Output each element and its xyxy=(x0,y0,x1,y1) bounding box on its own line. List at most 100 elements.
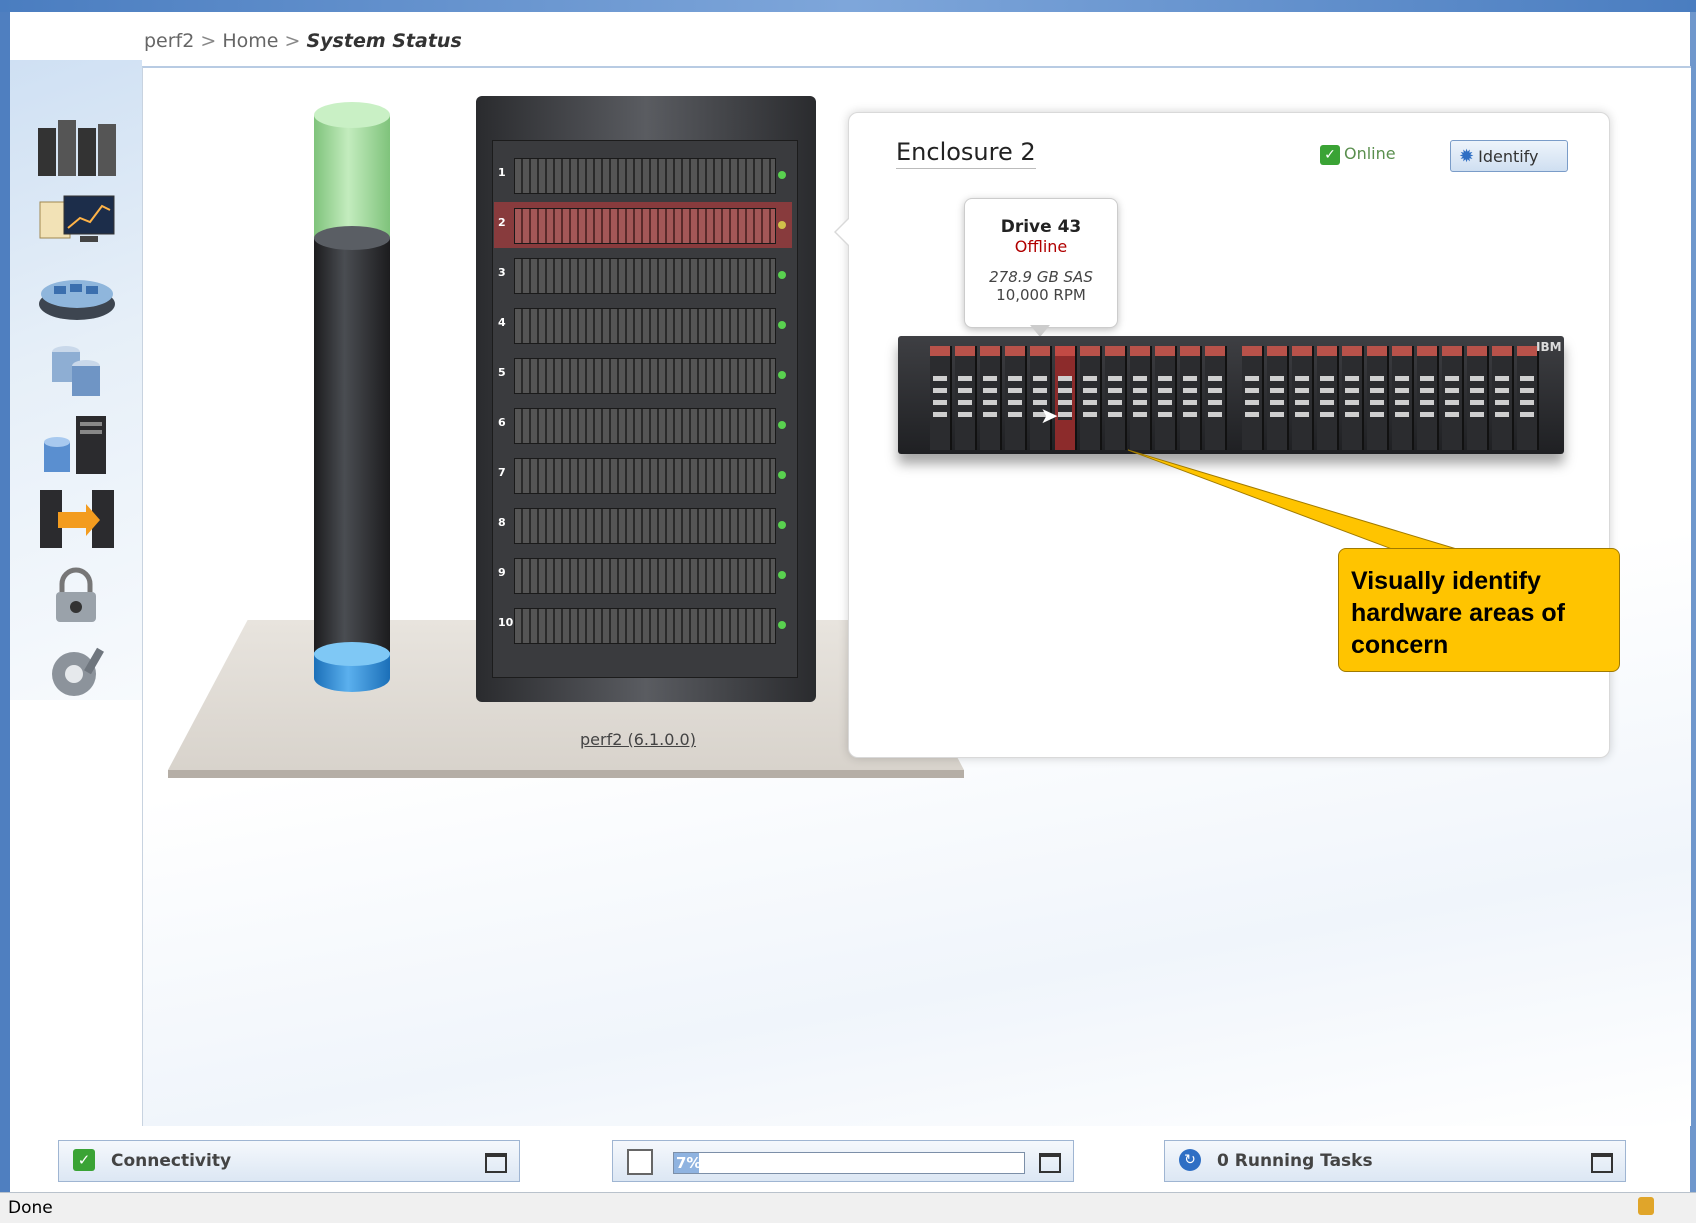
drive-bay-handle xyxy=(1520,376,1534,420)
drive-bay[interactable] xyxy=(1155,346,1177,450)
drive-bay[interactable] xyxy=(1180,346,1202,450)
capacity-progress-text: 7% xyxy=(676,1154,702,1172)
connectivity-panel[interactable]: ✓ Connectivity xyxy=(58,1140,520,1182)
drive-bay[interactable] xyxy=(1055,346,1077,450)
status-led xyxy=(778,271,786,279)
monitoring-icon[interactable] xyxy=(36,116,118,182)
rack-row-number: 7 xyxy=(498,466,506,479)
rack-row-drives xyxy=(514,608,776,644)
drive-state: Offline xyxy=(1014,237,1068,256)
maximize-icon[interactable] xyxy=(1591,1153,1613,1173)
drive-bay[interactable] xyxy=(930,346,952,450)
settings-icon[interactable] xyxy=(36,640,118,706)
drive-bay[interactable] xyxy=(1417,346,1439,450)
drive-bay[interactable] xyxy=(1492,346,1514,450)
enclosure-title: Enclosure 2 xyxy=(896,138,1036,169)
drive-bay[interactable] xyxy=(980,346,1002,450)
breadcrumb: perf2 > Home > System Status xyxy=(144,30,462,52)
capacity-cylinder-allocated[interactable] xyxy=(314,238,390,666)
panel-pointer-inner xyxy=(836,219,849,245)
callout-text: Visually identify hardware areas of conc… xyxy=(1351,567,1565,659)
capacity-cylinder-top xyxy=(314,102,390,128)
drive-bay-handle xyxy=(983,376,997,420)
drive-bay-handle xyxy=(1320,376,1334,420)
drive-bay-handle xyxy=(1395,376,1409,420)
drive-bay-handle xyxy=(933,376,947,420)
tasks-icon: ↻ xyxy=(1179,1149,1201,1171)
pools-icon[interactable] xyxy=(36,264,118,330)
rack-enclosure-row[interactable]: 10 xyxy=(494,602,792,648)
enclosure-status: ✓ Online xyxy=(1320,144,1396,165)
rack-enclosure-row[interactable]: 2 xyxy=(494,202,792,248)
system-name-link[interactable]: perf2 (6.1.0.0) xyxy=(580,730,696,749)
rack-row-drives xyxy=(514,358,776,394)
drive-bay[interactable] xyxy=(1367,346,1389,450)
drive-bay[interactable] xyxy=(1442,346,1464,450)
rack-enclosure-row[interactable]: 3 xyxy=(494,252,792,298)
drive-bay-handle xyxy=(1245,376,1259,420)
rack-enclosure-row[interactable]: 1 xyxy=(494,152,792,198)
drive-bay[interactable] xyxy=(1105,346,1127,450)
running-tasks-panel[interactable]: ↻ 0 Running Tasks xyxy=(1164,1140,1626,1182)
rack-row-drives xyxy=(514,408,776,444)
lock-icon xyxy=(1638,1197,1654,1215)
drive-bay-handle xyxy=(1208,376,1222,420)
maximize-icon[interactable] xyxy=(485,1153,507,1173)
drive-bay-handle xyxy=(1370,376,1384,420)
rack-row-number: 1 xyxy=(498,166,506,179)
rack-enclosure-row[interactable]: 8 xyxy=(494,502,792,548)
drive-bay-handle xyxy=(1008,376,1022,420)
drive-bay[interactable] xyxy=(1242,346,1264,450)
breadcrumb-system[interactable]: perf2 xyxy=(144,30,194,52)
rack-row-drives xyxy=(514,508,776,544)
copy-services-icon[interactable] xyxy=(36,486,118,552)
drive-bay[interactable] xyxy=(1317,346,1339,450)
breadcrumb-separator: > xyxy=(200,30,217,52)
status-led xyxy=(778,521,786,529)
drive-bay[interactable] xyxy=(955,346,977,450)
identify-button[interactable]: ✹ Identify xyxy=(1450,140,1568,172)
enclosure-status-label: Online xyxy=(1344,144,1396,163)
status-led xyxy=(778,621,786,629)
annotation-callout: Visually identify hardware areas of conc… xyxy=(1338,548,1620,672)
rack-row-drives xyxy=(514,158,776,194)
drive-bay-handle xyxy=(1470,376,1484,420)
drive-bay[interactable] xyxy=(1392,346,1414,450)
maximize-icon[interactable] xyxy=(1039,1153,1061,1173)
browser-status-bar: Done xyxy=(0,1192,1696,1223)
rack-enclosure-row[interactable]: 7 xyxy=(494,452,792,498)
capacity-cylinder-free[interactable] xyxy=(314,115,390,240)
drive-bay[interactable] xyxy=(1342,346,1364,450)
drive-bay[interactable] xyxy=(1267,346,1289,450)
status-text: Done xyxy=(8,1198,53,1218)
volumes-icon[interactable] xyxy=(36,338,118,404)
capacity-panel[interactable]: 7% xyxy=(612,1140,1074,1182)
hosts-icon[interactable] xyxy=(36,412,118,478)
drive-bay[interactable] xyxy=(1517,346,1539,450)
drive-bay[interactable] xyxy=(1005,346,1027,450)
drive-bay[interactable] xyxy=(1292,346,1314,450)
drive-bay[interactable] xyxy=(1080,346,1102,450)
drive-bay[interactable] xyxy=(1030,346,1052,450)
check-icon: ✓ xyxy=(1320,144,1340,165)
mouse-cursor-icon: ➤ xyxy=(1040,404,1059,429)
rack-enclosure-row[interactable]: 9 xyxy=(494,552,792,598)
rack-row-number: 8 xyxy=(498,516,506,529)
rack-enclosure-row[interactable]: 6 xyxy=(494,402,792,448)
capacity-icon xyxy=(627,1149,653,1175)
system-floor-edge xyxy=(168,770,964,778)
rack-row-number: 4 xyxy=(498,316,506,329)
breadcrumb-home[interactable]: Home xyxy=(222,30,278,52)
rack-row-drives xyxy=(514,208,776,244)
rack-enclosure-row[interactable]: 4 xyxy=(494,302,792,348)
rack-enclosure-row[interactable]: 5 xyxy=(494,352,792,398)
drive-tooltip: Drive 43 Offline 278.9 GB SAS 10,000 RPM xyxy=(964,198,1118,328)
breadcrumb-current: System Status xyxy=(306,30,462,52)
access-icon[interactable] xyxy=(36,564,118,630)
drive-bay[interactable] xyxy=(1130,346,1152,450)
drive-bay[interactable] xyxy=(1205,346,1227,450)
performance-icon[interactable] xyxy=(36,190,118,256)
drive-bay-handle xyxy=(1445,376,1459,420)
rack-row-drives xyxy=(514,258,776,294)
drive-bay[interactable] xyxy=(1467,346,1489,450)
